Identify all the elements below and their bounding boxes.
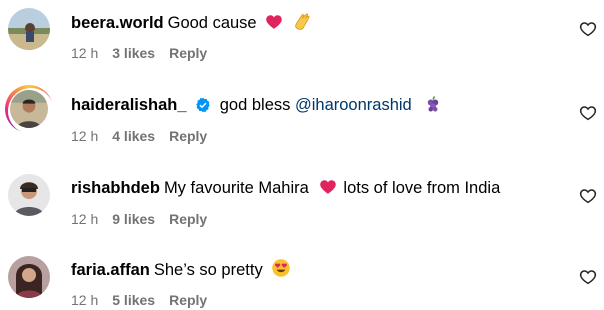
reply-button[interactable]: Reply (169, 45, 207, 61)
likes-count[interactable]: 9 likes (112, 211, 155, 227)
like-heart-icon[interactable] (579, 20, 597, 38)
avatar[interactable] (7, 255, 51, 299)
comment-line: haideralishah_ god bless @iharoonrashid (71, 94, 442, 116)
comment-item: faria.affan She’s so pretty 12 h 5 likes Re… (0, 247, 604, 310)
avatar[interactable] (5, 85, 54, 134)
timestamp: 12 h (71, 45, 99, 61)
avatar[interactable] (7, 7, 51, 51)
comment-line: faria.affan She’s so pretty (71, 258, 291, 281)
grape-icon (428, 96, 439, 112)
red-heart-icon (320, 180, 337, 194)
timestamp: 12 h (71, 292, 99, 308)
comment-text-continued: lots of love from India (343, 179, 501, 197)
like-heart-icon[interactable] (579, 268, 597, 286)
timestamp: 12 h (71, 211, 99, 227)
username-link[interactable]: rishabhdeb (71, 179, 160, 197)
avatar-image (10, 90, 48, 128)
timestamp: 12 h (71, 128, 99, 144)
comment-item: rishabhdeb My favourite Mahira lots of lo… (0, 165, 604, 245)
username-link[interactable]: beera.world (71, 14, 164, 32)
comment-item: haideralishah_ god bless @iharoonrashid … (0, 82, 604, 162)
like-heart-icon[interactable] (579, 187, 597, 205)
comment-line: beera.world Good cause (71, 11, 312, 34)
avatar-image (8, 256, 50, 298)
comment-text: Good cause (167, 14, 257, 32)
username-link[interactable]: faria.affan (71, 261, 150, 279)
red-heart-icon (266, 15, 282, 29)
like-heart-icon[interactable] (579, 104, 597, 122)
reply-button[interactable]: Reply (169, 211, 207, 227)
comment-line: rishabhdeb My favourite Mahira lots of lo… (71, 177, 500, 199)
comment-text: god bless (219, 96, 291, 114)
avatar[interactable] (7, 173, 51, 217)
comment-meta: 12 h 9 likes Reply (71, 211, 221, 227)
reply-button[interactable]: Reply (169, 292, 207, 308)
reply-button[interactable]: Reply (169, 128, 207, 144)
likes-count[interactable]: 4 likes (112, 128, 155, 144)
avatar-image (8, 174, 50, 216)
mention-link[interactable]: @iharoonrashid (295, 96, 412, 114)
comment-meta: 12 h 3 likes Reply (71, 45, 221, 61)
comment-text: My favourite Mahira (163, 179, 309, 197)
avatar-image (8, 8, 50, 50)
heart-eyes-face-icon (272, 259, 291, 277)
comment-text: She’s so pretty (153, 261, 263, 279)
comment-meta: 12 h 4 likes Reply (71, 128, 221, 144)
verified-badge-icon (196, 97, 210, 113)
likes-count[interactable]: 5 likes (112, 292, 155, 308)
likes-count[interactable]: 3 likes (112, 45, 155, 61)
comment-meta: 12 h 5 likes Reply (71, 292, 221, 308)
username-link[interactable]: haideralishah_ (71, 96, 187, 114)
clapping-hands-icon (295, 13, 310, 30)
comment-item: beera.world Good cause 12 h 3 likes Reply (0, 0, 604, 80)
